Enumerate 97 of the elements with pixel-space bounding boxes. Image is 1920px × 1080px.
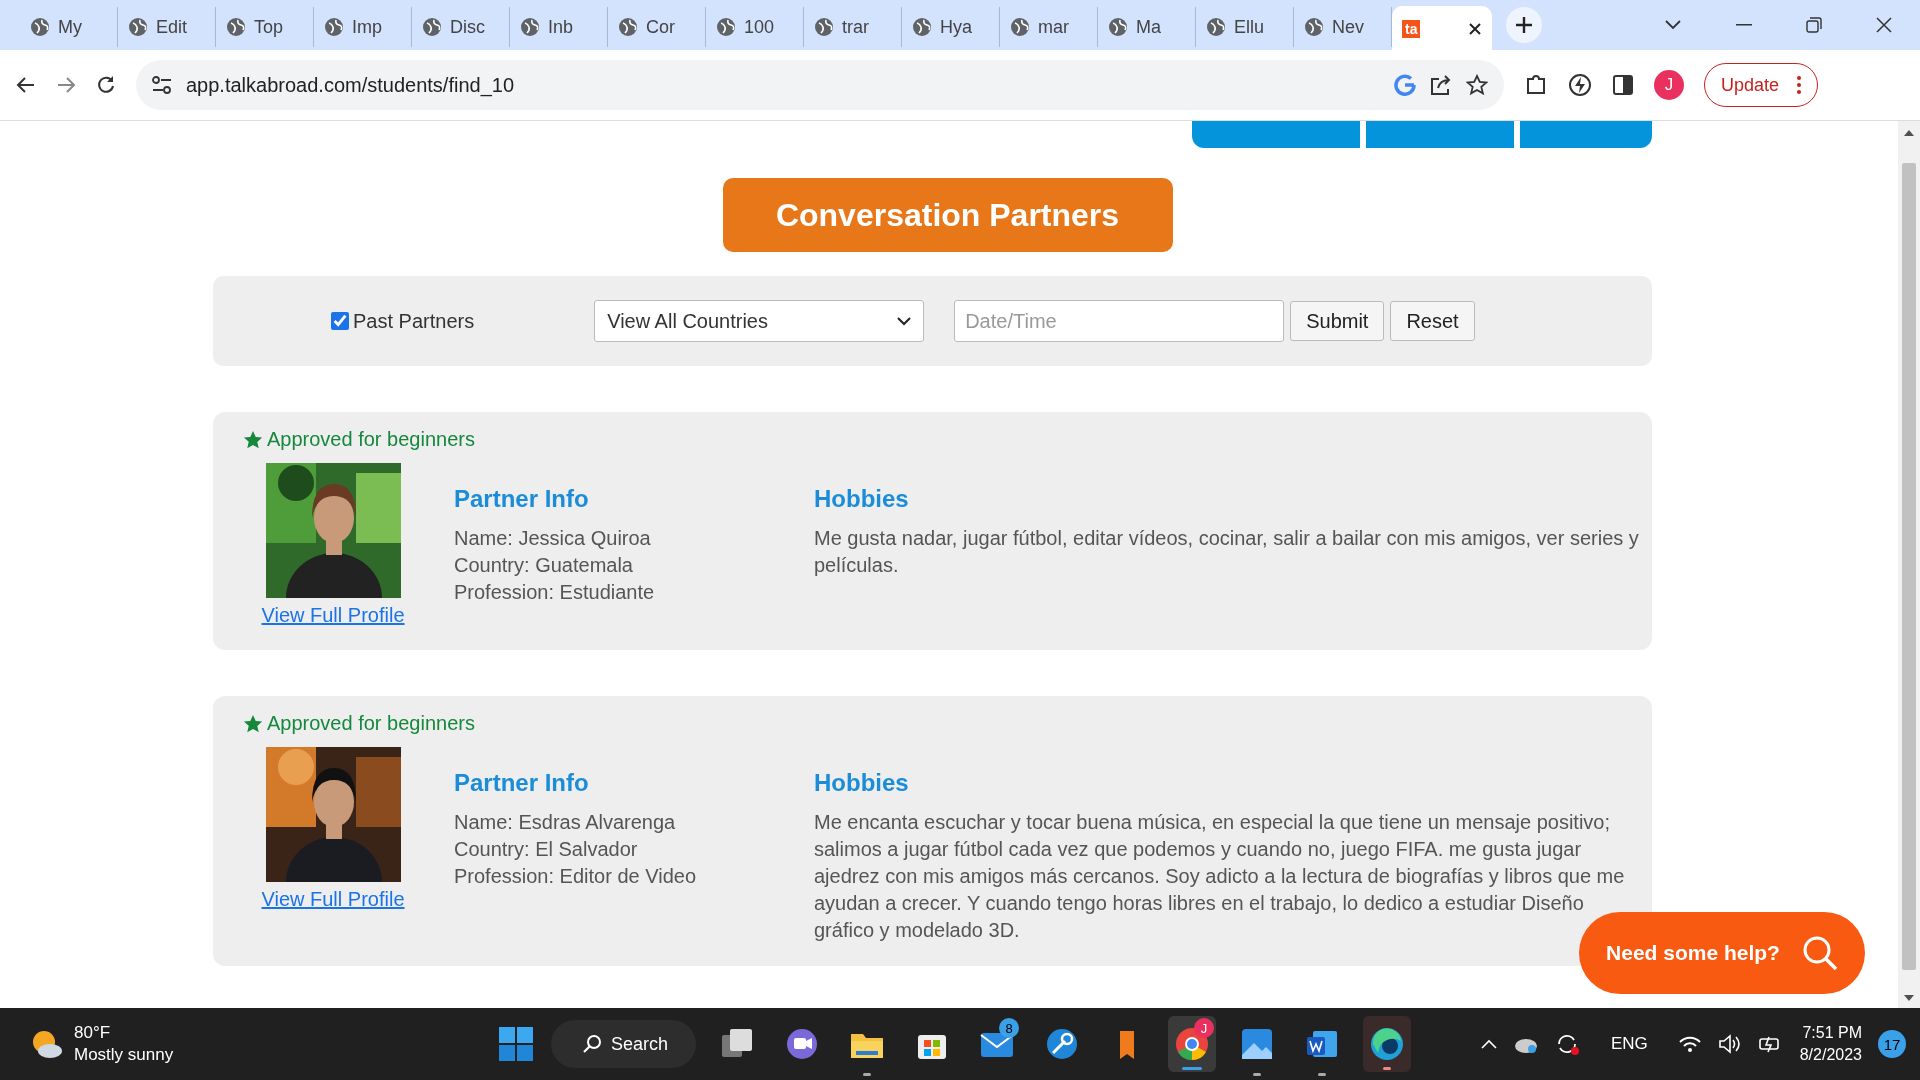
lightning-icon[interactable] (1568, 73, 1592, 97)
google-icon[interactable] (1394, 74, 1416, 96)
scrollbar[interactable] (1898, 121, 1920, 1008)
partner-profession: Profession: Estudiante (454, 580, 655, 605)
scrollbar-thumb[interactable] (1902, 163, 1916, 970)
star-icon (243, 429, 263, 450)
address-bar[interactable]: app.talkabroad.com/students/find_10 (136, 60, 1504, 110)
page-title: Conversation Partners (722, 178, 1173, 252)
section-heading: Hobbies (814, 485, 909, 513)
date-time-field[interactable]: Date/Time (954, 300, 1285, 342)
section-heading: Partner Info (454, 485, 589, 513)
close-icon[interactable] (1468, 22, 1482, 36)
close-icon[interactable] (1876, 17, 1892, 33)
site-logo: ta (1402, 20, 1421, 38)
browser-tab[interactable]: mar (1000, 7, 1098, 47)
active-app-highlight[interactable] (1363, 1016, 1412, 1072)
section-heading: Partner Info (454, 769, 589, 797)
language-indicator[interactable]: ENG (1610, 1034, 1648, 1054)
browser-tab[interactable]: Nev (1294, 7, 1392, 47)
tab-favicon-icon (128, 17, 148, 37)
search-icon (583, 1034, 603, 1054)
url-text[interactable]: app.talkabroad.com/students/find_10 (186, 73, 1380, 97)
partner-country: Country: El Salvador (454, 837, 638, 862)
back-icon[interactable] (16, 75, 36, 95)
tab-favicon-icon (520, 17, 540, 37)
tab-favicon-icon (1010, 17, 1030, 37)
notification-badge[interactable]: 17 (1878, 1030, 1906, 1058)
filter-button[interactable]: Submit (1290, 301, 1385, 341)
search-icon (1801, 935, 1838, 971)
browser-tab[interactable]: Edit (118, 7, 216, 47)
chevron-down-icon (897, 316, 912, 326)
tab-favicon-icon (226, 17, 246, 37)
scroll-up-icon[interactable] (1904, 129, 1914, 137)
start-icon[interactable] (498, 1026, 534, 1062)
browser-tab[interactable]: Hya (902, 7, 1000, 47)
browser-tab[interactable]: Ellu (1196, 7, 1294, 47)
tab-favicon-icon (30, 17, 50, 37)
browser-tab[interactable]: Ma (1098, 7, 1196, 47)
reload-icon[interactable] (96, 75, 116, 95)
profile-link[interactable]: View Full Profile (261, 602, 405, 628)
partner-profession: Profession: Editor de Video (454, 864, 696, 889)
partner-name: Name: Jessica Quiroa (454, 526, 651, 551)
clock-time[interactable]: 7:51 PM (1799, 1022, 1862, 1044)
browser-tab[interactable]: 100 (706, 7, 804, 47)
browser-tab[interactable]: trar (804, 7, 902, 47)
browser-tab[interactable]: Disc (412, 7, 510, 47)
tab-favicon-icon (814, 17, 834, 37)
tab-favicon-icon (1206, 17, 1226, 37)
tab-search-icon[interactable] (1664, 19, 1682, 31)
active-app-highlight[interactable]: J (1168, 1016, 1217, 1072)
filter-button[interactable]: Reset (1390, 301, 1475, 341)
tab-favicon-icon (1108, 17, 1128, 37)
site-settings-icon[interactable] (152, 76, 172, 94)
country-dropdown[interactable]: View All Countries (594, 300, 925, 342)
tab-favicon-icon (716, 17, 736, 37)
browser-tab[interactable]: Imp (314, 7, 412, 47)
browser-tab[interactable]: My (20, 7, 118, 47)
profile-badge: J (1194, 1018, 1215, 1038)
approval-label: Approved for beginners (267, 712, 475, 735)
update-button[interactable]: Update (1704, 63, 1819, 107)
side-panel-icon[interactable] (1612, 74, 1634, 96)
checkbox[interactable] (331, 312, 349, 330)
volume-icon[interactable] (1717, 1034, 1742, 1054)
menu-icon[interactable] (1797, 76, 1802, 94)
browser-tab[interactable]: Inb (510, 7, 608, 47)
extensions-icon[interactable] (1524, 73, 1548, 97)
tab-favicon-icon (912, 17, 932, 37)
tab-favicon-icon (1304, 17, 1324, 37)
checkbox-label[interactable]: Past Partners (353, 309, 475, 333)
star-icon[interactable] (1466, 74, 1488, 96)
minimize-icon[interactable] (1736, 24, 1752, 26)
profile-avatar[interactable]: J (1654, 70, 1684, 100)
browser-tab[interactable]: Cor (608, 7, 706, 47)
temperature-text[interactable]: 80°F (74, 1022, 174, 1044)
clock-date[interactable]: 8/2/2023 (1799, 1044, 1862, 1066)
weather-text[interactable]: Mostly sunny (74, 1044, 174, 1066)
share-icon[interactable] (1430, 74, 1452, 96)
section-heading: Hobbies (814, 769, 909, 797)
taskbar-search[interactable]: Search (551, 1020, 697, 1068)
scroll-down-icon[interactable] (1904, 994, 1914, 1002)
restore-icon[interactable] (1806, 17, 1822, 33)
approval-label: Approved for beginners (267, 428, 475, 451)
tab-favicon-icon (422, 17, 442, 37)
browser-tab[interactable]: Top (216, 7, 314, 47)
partner-name: Name: Esdras Alvarenga (454, 810, 676, 835)
tab-favicon-icon (618, 17, 638, 37)
plus-icon (1515, 16, 1533, 34)
partner-country: Country: Guatemala (454, 553, 633, 578)
notification-badge: 8 (999, 1018, 1020, 1038)
chevron-up-icon[interactable] (1480, 1039, 1497, 1049)
star-icon (243, 713, 263, 734)
forward-icon[interactable] (56, 75, 76, 95)
hobbies-text: Me gusta nadar, jugar fútbol, editar vídeos, cocinar, salir a bailar con mis amigos, ver series y películas. (814, 526, 1640, 578)
new-tab-button[interactable] (1506, 7, 1542, 43)
profile-link[interactable]: View Full Profile (261, 886, 405, 912)
wifi-icon[interactable] (1677, 1034, 1702, 1054)
tab-favicon-icon (324, 17, 344, 37)
